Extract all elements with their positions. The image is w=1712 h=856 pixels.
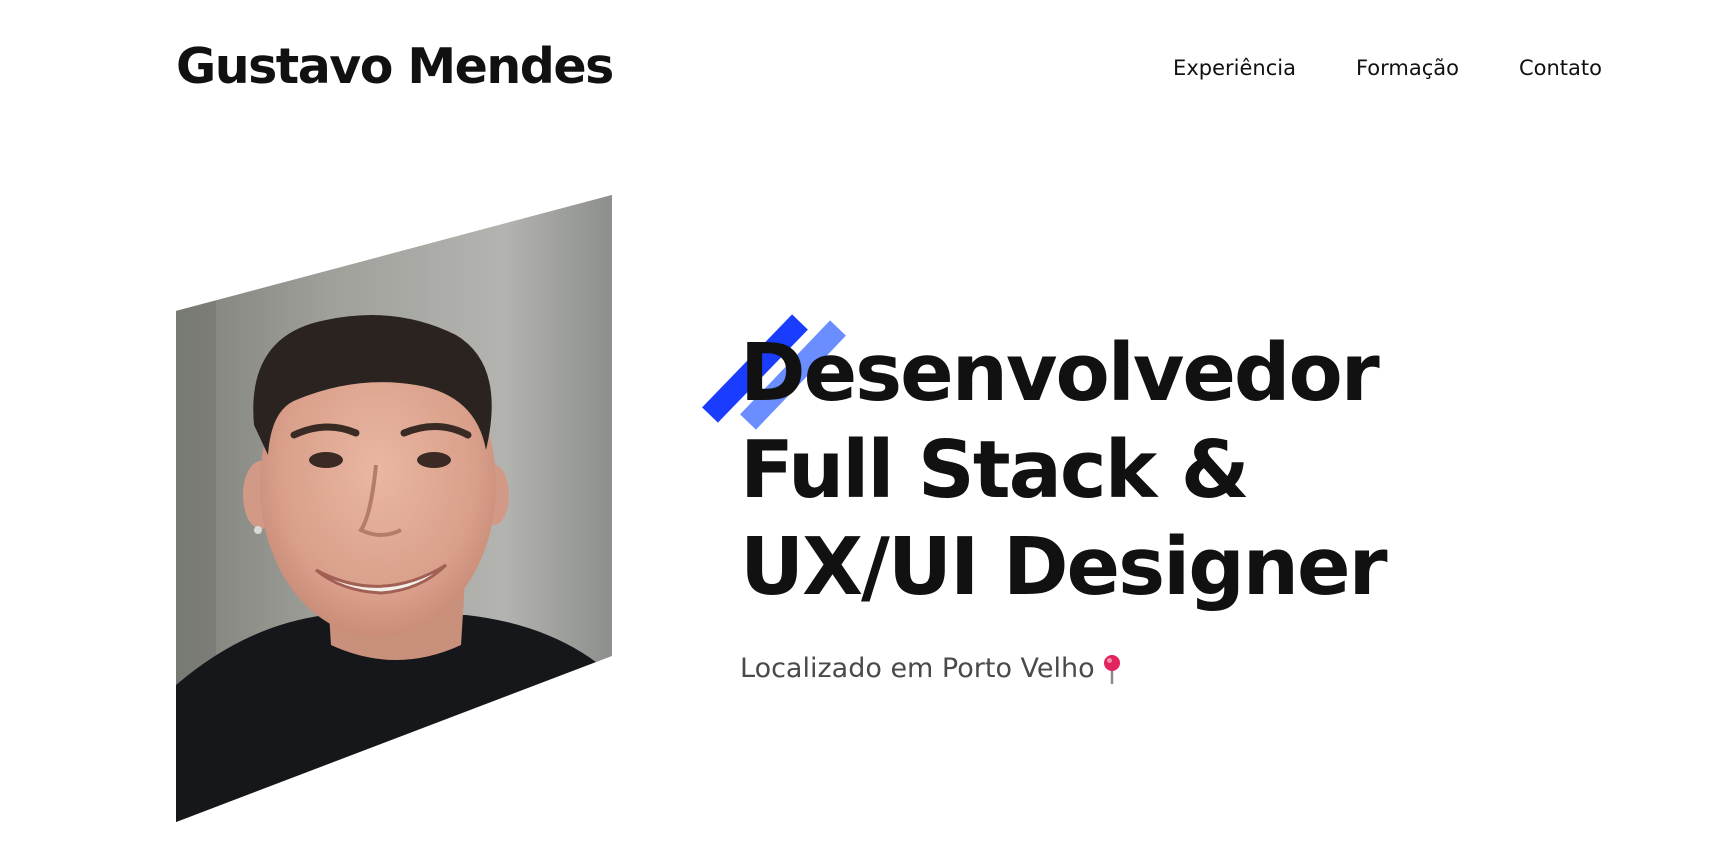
map-pin-icon	[1103, 655, 1120, 685]
location-text: Localizado em Porto Velho	[740, 653, 1095, 684]
location-line: Localizado em Porto Velho	[740, 653, 1123, 685]
brand-name[interactable]: Gustavo Mendes	[176, 38, 614, 97]
headline-line-3: UX/UI Designer	[740, 521, 1388, 613]
hero-text: Desenvolvedor Full Stack & UX/UI Designe…	[740, 325, 1500, 616]
main-nav: Experiência Formação Contato	[1173, 56, 1602, 81]
hero-headline: Desenvolvedor Full Stack & UX/UI Designe…	[740, 325, 1500, 616]
profile-photo-illustration	[176, 195, 612, 822]
nav-contato-link[interactable]: Contato	[1519, 56, 1602, 81]
nav-formacao-link[interactable]: Formação	[1356, 56, 1459, 81]
site-header: Gustavo Mendes Experiência Formação Cont…	[0, 0, 1712, 140]
nav-experiencia-link[interactable]: Experiência	[1173, 56, 1296, 81]
profile-photo	[176, 195, 612, 822]
headline-line-2: Full Stack &	[740, 424, 1250, 516]
headline-line-1: Desenvolvedor	[740, 327, 1380, 419]
